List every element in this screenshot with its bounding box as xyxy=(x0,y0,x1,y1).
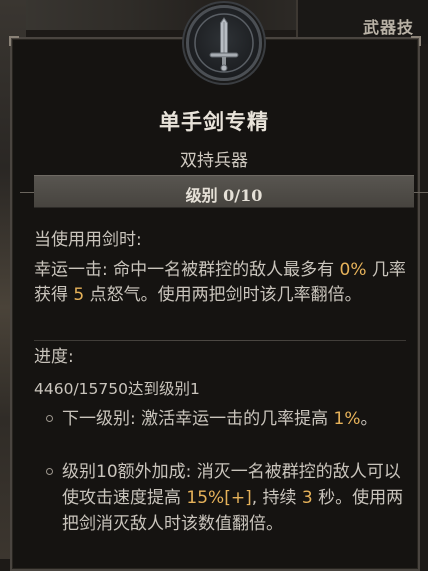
section-divider xyxy=(34,340,406,341)
bonus-text: , 持续 xyxy=(251,488,302,508)
effect-fury-value: 5 xyxy=(73,285,85,305)
rank-label: 级别 0/10 xyxy=(185,186,263,205)
condition-heading: 当使用用剑时: xyxy=(34,230,142,250)
effect-text: 点怒气。使用两把剑时该几率翻倍。 xyxy=(84,285,362,305)
next-rank-end: 。 xyxy=(360,409,378,429)
next-rank-value: 1% xyxy=(333,409,361,429)
next-rank-label: 下一级别: 激活幸运一击的几率提高 xyxy=(62,409,334,429)
effect-chance-value: 0% xyxy=(339,260,367,280)
skill-category: 双持兵器 xyxy=(180,151,248,171)
progress-heading: 进度: xyxy=(34,347,74,367)
rank-bar: 级别 0/10 xyxy=(20,175,428,208)
sword-icon xyxy=(186,5,262,81)
rank10-bonus-text: 级别10额外加成: 消灭一名被群控的敌人可以使攻击速度提高 15%[+], 持续… xyxy=(62,459,406,537)
bonus-speed-value: 15%[+] xyxy=(186,488,252,508)
bullet-icon xyxy=(46,415,53,422)
background-panel-label: 武器技 xyxy=(362,18,414,37)
frame-corner xyxy=(411,36,421,46)
bullet-icon xyxy=(46,468,53,475)
effect-text: 幸运一击: 命中一名被群控的敌人最多有 xyxy=(34,260,340,280)
next-rank-text: 下一级别: 激活幸运一击的几率提高 1%。 xyxy=(62,406,406,432)
skill-title: 单手剑专精 xyxy=(159,109,269,134)
bonus-duration-value: 3 xyxy=(301,488,313,508)
frame-corner xyxy=(9,36,19,46)
progress-value: 4460/15750达到级别1 xyxy=(34,380,200,398)
effect-description: 幸运一击: 命中一名被群控的敌人最多有 0% 几率获得 5 点怒气。使用两把剑时… xyxy=(34,258,406,308)
